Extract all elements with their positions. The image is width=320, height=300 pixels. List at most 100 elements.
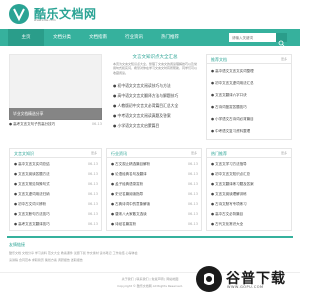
site-header: 酷乐文档网 www.kule.com — [0, 0, 300, 28]
list-item[interactable]: ● 诗经名篇赏析 06-13 — [111, 222, 198, 229]
nav-doc-categories[interactable]: 文档分类 — [44, 29, 80, 46]
list-item[interactable]: ● 论语经典名句及翻译 06-13 — [111, 172, 198, 179]
list-item[interactable]: ● 初中文言文虚词用法汇总 — [211, 81, 288, 88]
list-item[interactable]: ● 文言文阅读答题方法 06-13 — [14, 172, 98, 179]
list-item-title: ● 文言文断句方法技巧 — [14, 212, 50, 216]
list-item[interactable]: ● 小学语文古诗词必背篇目 — [211, 117, 288, 124]
list-item-title: ● 史记名篇阅读指导 — [111, 192, 144, 196]
list-item-title: ● 文言文虚词用法归纳 — [14, 192, 50, 196]
list-item-date: 06-13 — [87, 202, 98, 206]
slider-under-link[interactable]: ● 高考文言文句子的高分技巧 06-13 — [9, 122, 102, 131]
more-link[interactable]: 更多 — [281, 57, 287, 61]
card-title: 推荐文档 — [211, 57, 227, 62]
list-item[interactable]: ● 古典诗词中的意象解读 06-13 — [111, 202, 198, 209]
recommend-card: 推荐文档 更多 ● 高中语文文言文实词整理 ● 初中文言文虚词用法汇总 ● 文言… — [206, 54, 292, 140]
list-item[interactable]: ● 初中文言文知识点汇总 — [211, 172, 288, 179]
list-item-title: ● 唐宋八大家散文选读 — [111, 212, 147, 216]
nav-hot[interactable]: 热门推荐 — [152, 29, 188, 46]
knowledge-card: 文言文知识 更多 ● 高中文言文实词总结 06-13 ● 文言文阅读答题方法 06-… — [9, 148, 102, 231]
list-item[interactable]: ● 中考语文复习资料整理 — [211, 129, 288, 136]
list-item[interactable]: ● 文言文断句方法技巧 06-13 — [14, 212, 98, 219]
list-item[interactable]: ● 高中语文文言文实词整理 — [211, 69, 288, 76]
list-item-date: 06-13 — [87, 182, 98, 186]
list-item[interactable]: ● 文言文常见特殊句式 06-13 — [14, 182, 98, 189]
card-head: 热门推荐 更多 — [207, 149, 291, 158]
list-item-date: 06-13 — [187, 172, 198, 176]
list-item[interactable]: ● 初中语文文言文阅读技巧与方法 — [113, 83, 201, 92]
list-item[interactable]: ● 高中文言文实词总结 06-13 — [14, 162, 98, 169]
more-link[interactable]: 更多 — [191, 151, 197, 155]
list-item[interactable]: ● 史记名篇阅读指导 06-13 — [111, 192, 198, 199]
list-item-date: 06-13 — [187, 162, 198, 166]
hot-card: 热门推荐 更多 ● 文言文学习方法指导 ● 初中文言文知识点汇总 ● 文言文翻译… — [206, 148, 292, 231]
list-item[interactable]: ● 人教版初中文言文必背篇目汇总大全 — [113, 103, 201, 112]
list-item-title: ● 文言文阅读答题方法 — [14, 172, 50, 176]
list-item[interactable]: ● 文言文虚词用法归纳 06-13 — [14, 192, 98, 199]
card-title: 行业资讯 — [111, 151, 127, 156]
watermark: 谷普下载 WWW.GOPU.COM — [196, 264, 296, 296]
nav-doc-guide[interactable]: 文档指南 — [80, 29, 116, 46]
list-item[interactable]: ● 文言文阅读理解训练 — [211, 192, 288, 199]
feature-title[interactable]: 文言文知识点大全汇总 — [109, 54, 201, 60]
card-title: 文言文知识 — [14, 151, 34, 156]
list-item[interactable]: ● 高考文言文翻译技巧 06-13 — [14, 222, 98, 229]
list-item-title: ● 文言文常见特殊句式 — [14, 182, 50, 186]
watermark-glyph-icon — [204, 273, 214, 285]
list-item-date: 06-13 — [87, 162, 98, 166]
more-link[interactable]: 更多 — [91, 151, 97, 155]
list-item[interactable]: ● 古诗文默写专项练习 — [211, 202, 288, 209]
list-item-title: ● 初中古文词义辨析 — [14, 202, 47, 206]
slider-under-text: ● 高考文言文句子的高分技巧 — [9, 122, 56, 126]
more-link[interactable]: 更多 — [281, 151, 287, 155]
list-item[interactable]: ● 文言文学习方法指导 — [211, 162, 288, 169]
list-item-title: ● 古文观止精选篇目解析 — [111, 162, 151, 166]
list-item[interactable]: ● 高中语文文言文翻译方法与解题技巧 — [113, 93, 201, 102]
list-item[interactable]: ● 古诗词鉴赏答题技巧 — [211, 105, 288, 112]
friend-links-row[interactable]: 酷乐文档 文档分享 学习资料 范文大全 教案课件 试题下载 作文素材 读书笔记 … — [9, 251, 138, 255]
watermark-logo-icon — [196, 266, 222, 292]
list-item[interactable]: ● 孟子经典语录赏析 06-13 — [111, 182, 198, 189]
list-item[interactable]: ● 文言文翻译六字口诀 — [211, 93, 288, 100]
list-item[interactable]: ● 中考语文文言文阅读真题及答案 — [113, 113, 201, 122]
feature-block: 文言文知识点大全汇总 本页为文言文知识点大全，整理了文言文的阅读理解技巧以及常用… — [109, 54, 201, 140]
watermark-url: WWW.GOPU.COM — [227, 285, 264, 289]
list-item-date: 06-13 — [187, 212, 198, 216]
list-item-date: 06-13 — [87, 192, 98, 196]
list-item-title: ● 高中文言文实词总结 — [14, 162, 50, 166]
search-input[interactable] — [229, 33, 276, 42]
list-item-title: ● 高考文言文翻译技巧 — [14, 222, 50, 226]
slider-under-date: 06-13 — [91, 122, 102, 126]
list-item-date: 06-13 — [87, 212, 98, 216]
list-item-title: ● 论语经典名句及翻译 — [111, 172, 147, 176]
list-item-date: 06-13 — [187, 222, 198, 226]
list-item-title: ● 诗经名篇赏析 — [111, 222, 137, 226]
site-logo[interactable]: 酷乐文档网 www.kule.com — [8, 3, 108, 27]
list-item[interactable]: ● 小学语文文言文启蒙篇目 — [113, 123, 201, 132]
list-item[interactable]: ● 古代文化常识大全 — [211, 222, 288, 229]
slider-caption-bar: 毕业文档精选分享 — [9, 108, 102, 127]
nav-home[interactable]: 主页 — [8, 29, 44, 46]
site-url: www.kule.com — [34, 18, 56, 22]
list-item-title: ● 孟子经典语录赏析 — [111, 182, 144, 186]
list-item[interactable]: ● 高中古文必背篇目 — [211, 212, 288, 219]
friend-links: 友情链接 酷乐文档 文档分享 学习资料 范文大全 教案课件 试题下载 作文素材 … — [7, 236, 293, 266]
list-item[interactable]: ● 初中古文词义辨析 06-13 — [14, 202, 98, 209]
main-nav: 主页 文档分类 文档指南 行业资讯 热门推荐 — [0, 29, 300, 47]
list-item-date: 06-13 — [187, 202, 198, 206]
news-card: 行业资讯 更多 ● 古文观止精选篇目解析 06-13 ● 论语经典名句及翻译 06-… — [106, 148, 202, 231]
list-item[interactable]: ● 文言文翻译练习题及答案 — [211, 182, 288, 189]
feature-desc: 本页为文言文知识点大全，整理了文言文的阅读理解技巧以及常用句式和实词，希望对你在… — [113, 62, 198, 75]
card-head: 推荐文档 更多 — [207, 55, 291, 64]
friend-links-row[interactable]: 演讲稿 合同范本 求职简历 策划方案 调研报告 述职报告 — [9, 258, 83, 262]
list-item[interactable]: ● 唐宋八大家散文选读 06-13 — [111, 212, 198, 219]
list-item-date: 06-13 — [187, 182, 198, 186]
search-button[interactable] — [276, 33, 287, 47]
search-icon — [278, 40, 285, 47]
list-item-date: 06-13 — [87, 222, 98, 226]
list-item[interactable]: ● 古文观止精选篇目解析 06-13 — [111, 162, 198, 169]
logo-icon — [9, 4, 29, 24]
slider-caption[interactable]: 毕业文档精选分享 — [13, 111, 43, 117]
card-head: 文言文知识 更多 — [10, 149, 101, 158]
card-head: 行业资讯 更多 — [107, 149, 201, 158]
nav-industry-news[interactable]: 行业资讯 — [116, 29, 152, 46]
